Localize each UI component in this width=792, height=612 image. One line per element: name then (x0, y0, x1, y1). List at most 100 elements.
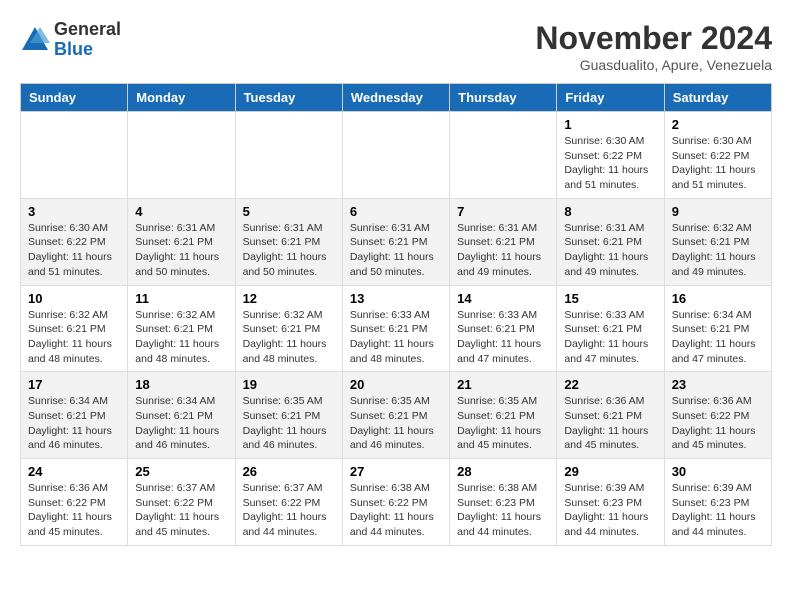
day-number: 12 (243, 291, 335, 306)
day-info: Sunrise: 6:36 AMSunset: 6:21 PMDaylight:… (564, 394, 656, 453)
day-info: Sunrise: 6:32 AMSunset: 6:21 PMDaylight:… (243, 308, 335, 367)
logo-general-text: General (54, 20, 121, 40)
day-number: 10 (28, 291, 120, 306)
day-info: Sunrise: 6:32 AMSunset: 6:21 PMDaylight:… (135, 308, 227, 367)
day-number: 25 (135, 464, 227, 479)
calendar-table: Sunday Monday Tuesday Wednesday Thursday… (20, 83, 772, 546)
calendar-cell: 3 Sunrise: 6:30 AMSunset: 6:22 PMDaylight… (21, 198, 128, 285)
calendar-cell: 15 Sunrise: 6:33 AMSunset: 6:21 PMDayligh… (557, 285, 664, 372)
col-tuesday: Tuesday (235, 84, 342, 112)
calendar-cell: 14 Sunrise: 6:33 AMSunset: 6:21 PMDayligh… (450, 285, 557, 372)
day-number: 23 (672, 377, 764, 392)
calendar-cell (235, 112, 342, 199)
col-wednesday: Wednesday (342, 84, 449, 112)
day-info: Sunrise: 6:35 AMSunset: 6:21 PMDaylight:… (243, 394, 335, 453)
day-info: Sunrise: 6:35 AMSunset: 6:21 PMDaylight:… (350, 394, 442, 453)
title-block: November 2024 Guasdualito, Apure, Venezu… (535, 20, 772, 73)
calendar-cell: 2 Sunrise: 6:30 AMSunset: 6:22 PMDaylight… (664, 112, 771, 199)
day-info: Sunrise: 6:30 AMSunset: 6:22 PMDaylight:… (28, 221, 120, 280)
day-number: 11 (135, 291, 227, 306)
day-info: Sunrise: 6:33 AMSunset: 6:21 PMDaylight:… (564, 308, 656, 367)
day-info: Sunrise: 6:33 AMSunset: 6:21 PMDaylight:… (350, 308, 442, 367)
day-info: Sunrise: 6:39 AMSunset: 6:23 PMDaylight:… (672, 481, 764, 540)
calendar-cell (128, 112, 235, 199)
calendar-cell: 13 Sunrise: 6:33 AMSunset: 6:21 PMDayligh… (342, 285, 449, 372)
calendar-cell: 21Sunrise: 6:35 AMSunset: 6:21 PMDayligh… (450, 372, 557, 459)
day-number: 19 (243, 377, 335, 392)
day-info: Sunrise: 6:30 AMSunset: 6:22 PMDaylight:… (564, 134, 656, 193)
logo-icon (20, 25, 50, 55)
calendar-cell: 5Sunrise: 6:31 AMSunset: 6:21 PMDaylight… (235, 198, 342, 285)
day-info: Sunrise: 6:38 AMSunset: 6:22 PMDaylight:… (350, 481, 442, 540)
calendar-cell: 19 Sunrise: 6:35 AMSunset: 6:21 PMDayligh… (235, 372, 342, 459)
calendar-cell: 25 Sunrise: 6:37 AMSunset: 6:22 PMDayligh… (128, 459, 235, 546)
day-info: Sunrise: 6:37 AMSunset: 6:22 PMDaylight:… (135, 481, 227, 540)
calendar-cell: 7Sunrise: 6:31 AMSunset: 6:21 PMDaylight… (450, 198, 557, 285)
logo-blue-text: Blue (54, 40, 121, 60)
day-info: Sunrise: 6:34 AMSunset: 6:21 PMDaylight:… (135, 394, 227, 453)
day-number: 8 (564, 204, 656, 219)
day-info: Sunrise: 6:34 AMSunset: 6:21 PMDaylight:… (672, 308, 764, 367)
day-info: Sunrise: 6:37 AMSunset: 6:22 PMDaylight:… (243, 481, 335, 540)
day-number: 15 (564, 291, 656, 306)
day-info: Sunrise: 6:30 AMSunset: 6:22 PMDaylight:… (672, 134, 764, 193)
day-info: Sunrise: 6:38 AMSunset: 6:23 PMDaylight:… (457, 481, 549, 540)
day-number: 27 (350, 464, 442, 479)
calendar-cell: 30 Sunrise: 6:39 AMSunset: 6:23 PMDayligh… (664, 459, 771, 546)
day-number: 9 (672, 204, 764, 219)
day-number: 2 (672, 117, 764, 132)
calendar-cell: 12 Sunrise: 6:32 AMSunset: 6:21 PMDayligh… (235, 285, 342, 372)
month-title: November 2024 (535, 20, 772, 57)
day-number: 29 (564, 464, 656, 479)
week-row-2: 3 Sunrise: 6:30 AMSunset: 6:22 PMDaylight… (21, 198, 772, 285)
day-number: 24 (28, 464, 120, 479)
day-number: 17 (28, 377, 120, 392)
day-info: Sunrise: 6:32 AMSunset: 6:21 PMDaylight:… (672, 221, 764, 280)
calendar-cell: 6 Sunrise: 6:31 AMSunset: 6:21 PMDaylight… (342, 198, 449, 285)
day-info: Sunrise: 6:31 AMSunset: 6:21 PMDaylight:… (350, 221, 442, 280)
col-friday: Friday (557, 84, 664, 112)
calendar-cell: 20Sunrise: 6:35 AMSunset: 6:21 PMDayligh… (342, 372, 449, 459)
calendar-cell: 22 Sunrise: 6:36 AMSunset: 6:21 PMDayligh… (557, 372, 664, 459)
calendar-cell: 23 Sunrise: 6:36 AMSunset: 6:22 PMDayligh… (664, 372, 771, 459)
calendar-cell (450, 112, 557, 199)
calendar-cell: 28Sunrise: 6:38 AMSunset: 6:23 PMDayligh… (450, 459, 557, 546)
day-info: Sunrise: 6:31 AMSunset: 6:21 PMDaylight:… (135, 221, 227, 280)
calendar-cell: 18 Sunrise: 6:34 AMSunset: 6:21 PMDayligh… (128, 372, 235, 459)
day-number: 1 (564, 117, 656, 132)
calendar-cell: 24 Sunrise: 6:36 AMSunset: 6:22 PMDayligh… (21, 459, 128, 546)
day-info: Sunrise: 6:36 AMSunset: 6:22 PMDaylight:… (28, 481, 120, 540)
calendar-cell: 29 Sunrise: 6:39 AMSunset: 6:23 PMDayligh… (557, 459, 664, 546)
calendar-cell: 1 Sunrise: 6:30 AMSunset: 6:22 PMDaylight… (557, 112, 664, 199)
calendar-cell (342, 112, 449, 199)
day-number: 3 (28, 204, 120, 219)
calendar-cell: 9 Sunrise: 6:32 AMSunset: 6:21 PMDaylight… (664, 198, 771, 285)
calendar-cell (21, 112, 128, 199)
col-monday: Monday (128, 84, 235, 112)
day-info: Sunrise: 6:31 AMSunset: 6:21 PMDaylight:… (564, 221, 656, 280)
day-number: 14 (457, 291, 549, 306)
calendar-cell: 8 Sunrise: 6:31 AMSunset: 6:21 PMDaylight… (557, 198, 664, 285)
day-number: 26 (243, 464, 335, 479)
day-number: 22 (564, 377, 656, 392)
calendar-cell: 4 Sunrise: 6:31 AMSunset: 6:21 PMDaylight… (128, 198, 235, 285)
location: Guasdualito, Apure, Venezuela (535, 57, 772, 73)
week-row-4: 17 Sunrise: 6:34 AMSunset: 6:21 PMDayligh… (21, 372, 772, 459)
col-saturday: Saturday (664, 84, 771, 112)
week-row-1: 1 Sunrise: 6:30 AMSunset: 6:22 PMDaylight… (21, 112, 772, 199)
day-info: Sunrise: 6:36 AMSunset: 6:22 PMDaylight:… (672, 394, 764, 453)
day-number: 7 (457, 204, 549, 219)
day-info: Sunrise: 6:39 AMSunset: 6:23 PMDaylight:… (564, 481, 656, 540)
col-thursday: Thursday (450, 84, 557, 112)
day-info: Sunrise: 6:33 AMSunset: 6:21 PMDaylight:… (457, 308, 549, 367)
week-row-5: 24 Sunrise: 6:36 AMSunset: 6:22 PMDayligh… (21, 459, 772, 546)
day-number: 4 (135, 204, 227, 219)
day-number: 18 (135, 377, 227, 392)
day-number: 13 (350, 291, 442, 306)
header-row: Sunday Monday Tuesday Wednesday Thursday… (21, 84, 772, 112)
day-number: 16 (672, 291, 764, 306)
col-sunday: Sunday (21, 84, 128, 112)
day-number: 30 (672, 464, 764, 479)
day-number: 5 (243, 204, 335, 219)
day-number: 6 (350, 204, 442, 219)
